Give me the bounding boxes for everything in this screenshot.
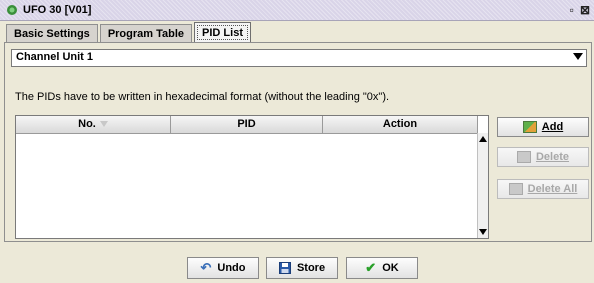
add-icon <box>522 121 537 133</box>
column-header-no-label: No. <box>78 118 96 130</box>
column-header-no[interactable]: No. <box>16 116 171 133</box>
checkmark-icon: ✔ <box>365 260 377 275</box>
delete-all-button-label: Delete All <box>527 183 578 195</box>
delete-button-label: Delete <box>535 151 570 163</box>
chevron-down-icon[interactable] <box>573 53 583 60</box>
tab-basic-settings[interactable]: Basic Settings <box>6 24 98 43</box>
restore-icon[interactable]: ▫ <box>570 3 574 17</box>
table-vertical-scrollbar[interactable] <box>477 133 488 238</box>
channel-unit-select[interactable]: Channel Unit 1 <box>11 49 587 67</box>
undo-icon: ↶ <box>200 260 212 275</box>
footer-bar: ↶ Undo Store ✔ OK <box>0 243 594 283</box>
title-bar: UFO 30 [V01] ▫ ⊠ <box>0 0 594 21</box>
delete-button[interactable]: Delete <box>497 147 589 167</box>
add-button[interactable]: Add <box>497 117 589 137</box>
hex-format-hint: The PIDs have to be written in hexadecim… <box>15 91 390 103</box>
window-title: UFO 30 [V01] <box>23 4 92 16</box>
column-header-pid[interactable]: PID <box>171 116 323 133</box>
tab-bar: Basic Settings Program Table PID List <box>6 22 253 43</box>
channel-unit-value: Channel Unit 1 <box>16 51 94 63</box>
delete-icon <box>516 151 531 163</box>
delete-all-button[interactable]: Delete All <box>497 179 589 199</box>
scroll-up-icon[interactable] <box>479 136 487 142</box>
table-header: No. PID Action <box>16 116 478 134</box>
close-icon[interactable]: ⊠ <box>580 3 590 17</box>
undo-button-label: Undo <box>217 262 246 274</box>
store-button-label: Store <box>296 262 326 274</box>
tab-program-table[interactable]: Program Table <box>99 24 193 43</box>
column-header-action[interactable]: Action <box>323 116 478 133</box>
ok-button-label: OK <box>382 262 399 274</box>
delete-all-icon <box>508 183 523 195</box>
store-button[interactable]: Store <box>266 257 338 279</box>
scroll-down-icon[interactable] <box>479 229 487 235</box>
app-icon <box>7 5 17 15</box>
pid-list-panel: Channel Unit 1 The PIDs have to be writt… <box>4 42 592 242</box>
ok-button[interactable]: ✔ OK <box>346 257 418 279</box>
pid-table[interactable]: No. PID Action <box>15 115 489 239</box>
tab-pid-list[interactable]: PID List <box>194 22 251 43</box>
sort-arrow-icon <box>99 121 108 128</box>
save-icon <box>278 262 291 274</box>
undo-button[interactable]: ↶ Undo <box>187 257 259 279</box>
add-button-label: Add <box>541 121 564 133</box>
